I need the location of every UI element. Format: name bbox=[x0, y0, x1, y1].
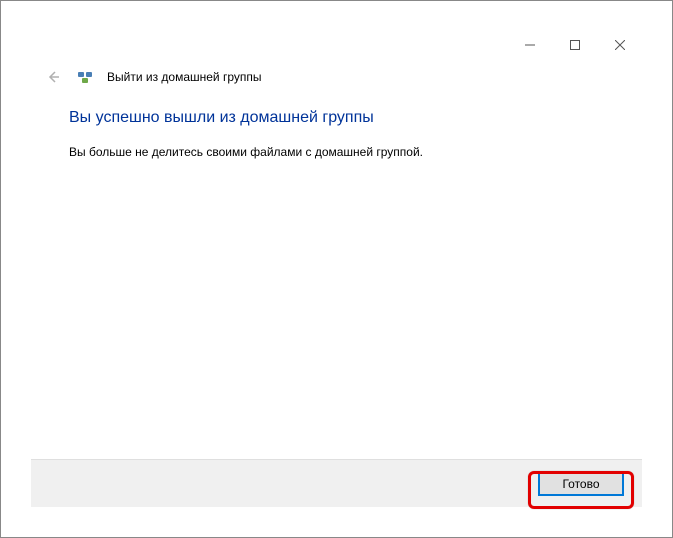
back-button[interactable] bbox=[43, 67, 63, 87]
done-button[interactable]: Готово bbox=[538, 472, 624, 496]
breadcrumb-title: Выйти из домашней группы bbox=[107, 70, 262, 84]
dialog-window: Выйти из домашней группы Вы успешно вышл… bbox=[31, 29, 642, 507]
footer-bar: Готово bbox=[31, 459, 642, 507]
close-button[interactable] bbox=[597, 31, 642, 59]
minimize-button[interactable] bbox=[507, 31, 552, 59]
success-body-text: Вы больше не делитесь своими файлами с д… bbox=[69, 145, 604, 159]
homegroup-icon bbox=[77, 69, 93, 85]
window-controls bbox=[507, 31, 642, 59]
dialog-frame: Выйти из домашней группы Вы успешно вышл… bbox=[0, 0, 673, 538]
titlebar bbox=[31, 29, 642, 59]
header-row: Выйти из домашней группы bbox=[31, 59, 642, 99]
success-heading: Вы успешно вышли из домашней группы bbox=[69, 109, 604, 127]
maximize-button[interactable] bbox=[552, 31, 597, 59]
content-area: Вы успешно вышли из домашней группы Вы б… bbox=[31, 99, 642, 459]
